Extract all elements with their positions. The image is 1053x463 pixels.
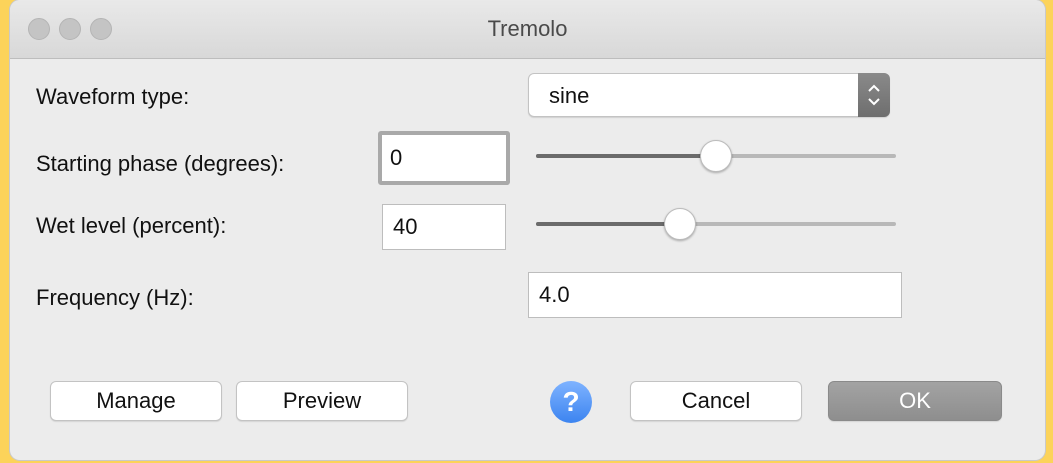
ok-button[interactable]: OK [828, 381, 1002, 421]
wet-level-slider-fill [536, 222, 680, 226]
manage-button[interactable]: Manage [50, 381, 222, 421]
waveform-type-label: Waveform type: [36, 84, 190, 109]
starting-phase-slider-fill [536, 154, 716, 158]
frequency-input[interactable]: 4.0 [528, 272, 902, 318]
title-bar: Tremolo [10, 0, 1045, 59]
tremolo-dialog: Tremolo Waveform type: sine Starting pha… [10, 0, 1045, 460]
starting-phase-slider[interactable] [536, 140, 896, 172]
starting-phase-slider-thumb[interactable] [700, 140, 732, 172]
wet-level-label: Wet level (percent): [36, 213, 227, 238]
waveform-type-select[interactable]: sine [528, 73, 890, 117]
question-icon[interactable]: ? [550, 381, 592, 423]
chevron-up-down-icon [858, 73, 890, 117]
starting-phase-input[interactable]: 0 [378, 131, 510, 185]
wet-level-input[interactable]: 40 [382, 204, 506, 250]
preview-button[interactable]: Preview [236, 381, 408, 421]
frequency-label: Frequency (Hz): [36, 285, 194, 310]
waveform-type-value: sine [549, 83, 590, 108]
wet-level-slider[interactable] [536, 208, 896, 240]
window-title: Tremolo [487, 16, 568, 41]
wet-level-slider-thumb[interactable] [664, 208, 696, 240]
cancel-button[interactable]: Cancel [630, 381, 802, 421]
starting-phase-label: Starting phase (degrees): [36, 151, 285, 176]
